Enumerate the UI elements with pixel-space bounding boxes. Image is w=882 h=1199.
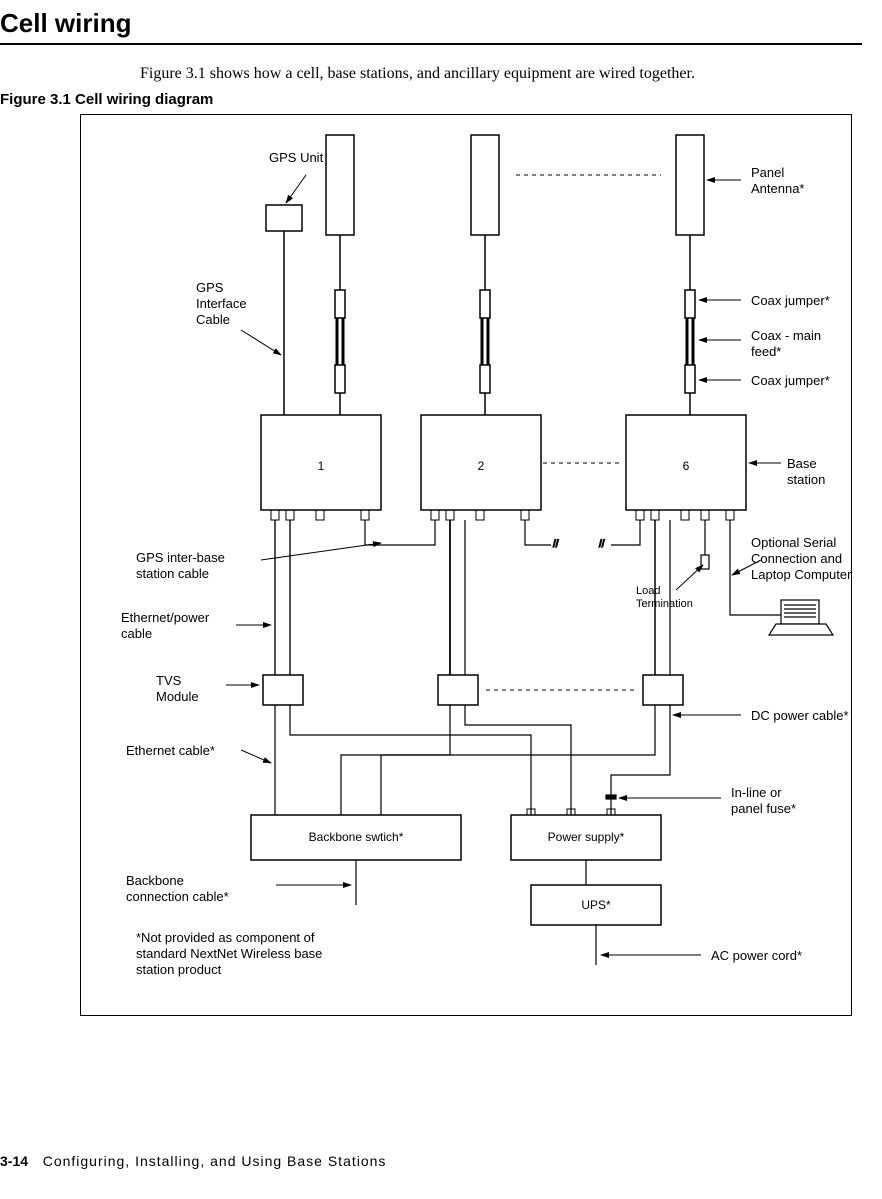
label-coax-main-feed: Coax - main feed* [751,328,821,361]
not-provided-note: *Not provided as component of standard N… [136,930,322,979]
label-base-station: Base station [787,456,851,489]
label-backbone-conn-cable: Backbone connection cable* [126,873,229,906]
figure-number: Figure 3.1 [0,91,71,108]
section-title: Cell wiring [0,8,862,39]
label-gps-unit: GPS Unit [269,150,323,166]
label-gps-interbs-cable: GPS inter-base station cable [136,550,225,583]
bs6-number: 6 [683,459,690,473]
label-ethernet-power-cable: Ethernet/power cable [121,610,209,643]
svg-text://: // [599,539,605,550]
intro-text: Figure 3.1 shows how a cell, base statio… [140,63,832,85]
page-footer: 3-14 Configuring, Installing, and Using … [0,1153,386,1169]
figure-caption: Figure 3.1 Cell wiring diagram [0,91,862,108]
label-ethernet-cable: Ethernet cable* [126,743,215,759]
label-gps-interface-cable: GPS Interface Cable [196,280,247,329]
label-ac-power-cord: AC power cord* [711,948,802,964]
label-tvs-module: TVS Module [156,673,199,706]
label-dc-power-cable: DC power cable* [751,708,849,724]
label-panel-antenna: Panel Antenna* [751,165,805,198]
label-inline-fuse: In-line or panel fuse* [731,785,796,818]
backbone-switch-text: Backbone swtich* [309,830,404,844]
title-rule [0,43,862,45]
page-number: 3-14 [0,1153,28,1169]
label-coax-jumper1: Coax jumper* [751,293,830,309]
bs2-number: 2 [478,459,485,473]
bs1-number: 1 [318,459,325,473]
label-coax-jumper2: Coax jumper* [751,373,830,389]
power-supply-text: Power supply* [548,830,625,844]
cell-wiring-diagram: 1 2 6 [80,114,852,1016]
footer-title: Configuring, Installing, and Using Base … [43,1153,387,1169]
label-load-termination: Load Termination [636,585,693,613]
figure-title: Cell wiring diagram [75,91,213,108]
ups-text: UPS* [581,898,611,912]
svg-text://: // [553,539,559,550]
label-optional-serial: Optional Serial Connection and Laptop Co… [751,535,851,584]
